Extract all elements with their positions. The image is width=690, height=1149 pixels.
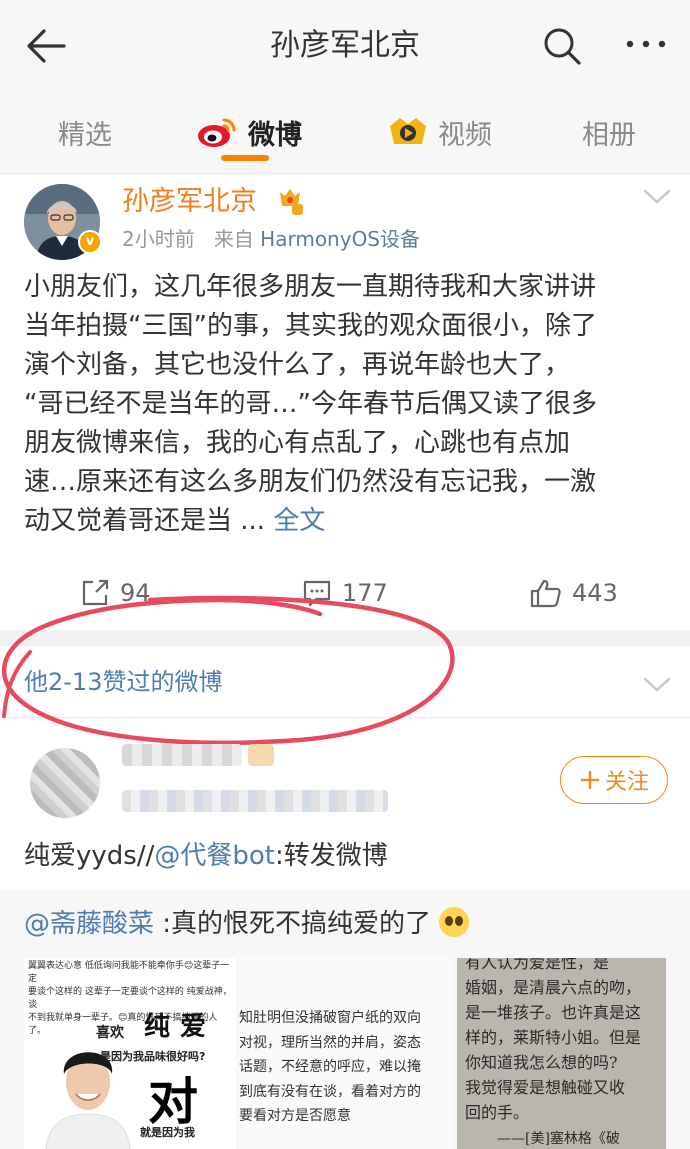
liked-section-title: 他2-13赞过的微博 — [24, 668, 223, 696]
repost-button[interactable]: 94 — [80, 578, 151, 608]
pleading-face-emoji-icon — [439, 907, 470, 937]
content-line: 当年拍摄“三国”的事，其实我的观众面很小，除了 — [24, 311, 597, 341]
thumb-text-block: 知肚明但没捅破窗户纸的双向 对视，理所当然的并肩，姿态 话题，不经意的呼应，难以… — [239, 1006, 451, 1129]
repost-count: 94 — [120, 579, 151, 607]
liked-section-header[interactable]: 他2-13赞过的微博 — [0, 646, 690, 718]
original-post-text: @斋藤酸菜 :真的恨死不搞纯爱的了 — [24, 904, 470, 944]
more-options-icon[interactable] — [622, 24, 670, 68]
like-button[interactable]: 443 — [530, 578, 618, 608]
content-line: “哥已经不是当年的哥…”今年春节后偶又读了很多 — [24, 389, 597, 419]
comment-icon — [303, 580, 331, 607]
content-line: 小朋友们，这几年很多朋友一直期待我和大家讲讲 — [24, 272, 597, 302]
original-text: :真的恨死不搞纯爱的了 — [154, 909, 432, 939]
page-title: 孙彦军北京 — [270, 28, 420, 63]
thumb-text: 喜欢 — [96, 1025, 124, 1041]
mention-link[interactable]: @斋藤酸菜 — [24, 909, 154, 939]
content-line: 朋友微博来信，我的心有点乱了，心跳也有点加 — [24, 428, 571, 458]
thumb-signature: ——[美]塞林格《破 — [497, 1131, 620, 1147]
post-meta: 2小时前 来自 HarmonyOS设备 — [122, 224, 420, 254]
thumb-text: 纯爱 — [144, 1012, 217, 1042]
content-line: 演个刘备，其它也没什么了，再说年龄也大了， — [24, 350, 571, 380]
tab-featured[interactable]: 精选 — [58, 108, 112, 156]
tab-album[interactable]: 相册 — [582, 108, 636, 156]
content-line: 动又觉着哥还是当 ... 全文 — [24, 502, 666, 541]
image-thumbnail[interactable]: 知肚明但没捅破窗户纸的双向 对视，理所当然的并肩，姿态 话题，不经意的呼应，难以… — [239, 958, 451, 1149]
blurred-username[interactable] — [122, 744, 242, 766]
thumb-caption-line: 翼翼表达心意 低低询问我能不能牵你手😊这辈子一定 — [28, 961, 230, 984]
image-grid: 翼翼表达心意 低低询问我能不能牵你手😊这辈子一定 要谈个这样的 这辈子一定要谈个… — [24, 958, 666, 1149]
thumb-text: 就是因为我 — [140, 1126, 195, 1139]
thumb-text-line: 样的，莱斯特小姐。但是 — [465, 1028, 642, 1047]
author-name[interactable]: 孙彦军北京 — [122, 182, 257, 222]
thumb-text-line: 你知道我怎么想的吗? — [465, 1053, 618, 1072]
thumb-text-line: 对视，理所当然的并肩，姿态 — [239, 1034, 421, 1051]
member-badge-icon — [280, 189, 303, 215]
thumb-text-line: 要看对方是否愿意 — [239, 1108, 351, 1124]
thumb-text-line: 话题，不经意的呼应，难以掩 — [239, 1059, 421, 1075]
active-tab-indicator — [221, 155, 269, 161]
post-actions: 94 177 443 — [0, 572, 690, 622]
repost-text: 纯爱yyds//@代餐bot:转发微博 — [24, 836, 388, 876]
top-bar: 孙彦军北京 — [0, 0, 690, 90]
blurred-badge — [248, 744, 274, 766]
plus-icon — [580, 770, 600, 790]
thumb-text-line: 我觉得爱是想触碰又收 — [465, 1078, 626, 1097]
mention-link[interactable]: @代餐bot — [154, 841, 275, 871]
post-content: 小朋友们，这几年很多朋友一直期待我和大家讲讲 当年拍摄“三国”的事，其实我的观众… — [24, 268, 666, 541]
tab-label: 微博 — [248, 119, 302, 151]
follow-button[interactable]: 关注 — [560, 756, 668, 804]
tab-video[interactable]: 视频 — [388, 108, 492, 156]
tab-weibo[interactable]: 微博 — [196, 108, 302, 156]
comment-button[interactable]: 177 — [302, 578, 388, 608]
blurred-avatar[interactable] — [30, 748, 100, 818]
chevron-down-icon[interactable] — [642, 674, 672, 694]
section-divider — [0, 630, 690, 646]
image-thumbnail[interactable]: 有人认为爱是性，是 婚姻，是清晨六点的吻， 是一堆孩子。也许真是这 样的，莱斯特… — [457, 958, 666, 1149]
tab-label: 相册 — [582, 119, 636, 151]
tab-label: 视频 — [438, 119, 492, 151]
thumb-text-line: 是一堆孩子。也许真是这 — [465, 1003, 642, 1022]
thumb-text-line: 婚姻，是清晨六点的吻， — [465, 978, 642, 997]
profile-tabs: 精选 微博 视频 相册 — [0, 90, 690, 174]
post-time: 2小时前 — [122, 227, 195, 251]
video-icon — [390, 118, 426, 144]
post-source: HarmonyOS设备 — [260, 227, 421, 251]
repost-user-row: 关注 — [0, 718, 690, 828]
weibo-logo-icon — [198, 118, 236, 147]
chevron-down-icon[interactable] — [642, 186, 672, 206]
content-line: 速…原来还有这么多朋友们仍然没有忘记我，一激 — [24, 467, 597, 497]
repost-text-prefix: 纯爱yyds// — [24, 841, 155, 871]
share-icon — [82, 579, 109, 606]
verified-badge: v — [78, 230, 102, 254]
image-thumbnail[interactable]: 翼翼表达心意 低低询问我能不能牵你手😊这辈子一定 要谈个这样的 这辈子一定要谈个… — [24, 958, 236, 1149]
thumb-text-line: 有人认为爱是性，是 — [465, 958, 610, 972]
follow-label: 关注 — [604, 770, 649, 795]
thumb-text-line: 知肚明但没捅破窗户纸的双向 — [239, 1010, 421, 1026]
source-prefix: 来自 — [213, 227, 254, 251]
thumb-text-line: 到底有没有在谈，看着对方的 — [239, 1083, 421, 1100]
comment-count: 177 — [342, 579, 388, 607]
content-line-text: 动又觉着哥还是当 ... — [24, 506, 274, 536]
like-count: 443 — [572, 579, 618, 607]
tab-label: 精选 — [58, 119, 112, 151]
thumb-text-line: 回的手。 — [465, 1103, 530, 1122]
thumb-text-block: 有人认为爱是性，是 婚姻，是清晨六点的吻， 是一堆孩子。也许真是这 样的，莱斯特… — [465, 958, 666, 1125]
search-icon[interactable] — [540, 24, 584, 68]
repost-text-suffix: :转发微博 — [274, 841, 388, 871]
full-text-link[interactable]: 全文 — [273, 506, 325, 536]
blurred-meta — [122, 790, 388, 812]
smiling-man-photo-icon — [45, 1052, 131, 1149]
thumbs-up-icon — [530, 579, 561, 608]
